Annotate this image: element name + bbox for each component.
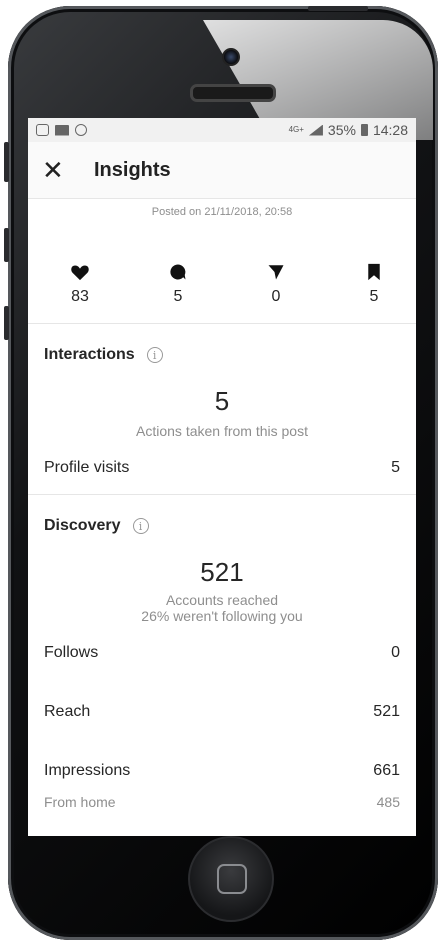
page-title: Insights <box>94 158 171 181</box>
close-icon[interactable]: ✕ <box>42 157 72 183</box>
divider <box>28 323 416 324</box>
phone-screen: 4G+ 35% 14:28 ✕ Insights Posted on 21/11… <box>28 118 416 836</box>
volume-up-button <box>4 228 9 262</box>
row-label: From home <box>44 794 116 810</box>
saves-stat: 5 <box>354 262 394 306</box>
saves-count: 5 <box>369 288 379 305</box>
posted-date: Posted on 21/11/2018, 20:58 <box>151 206 293 218</box>
discovery-title: Discovery <box>44 517 121 534</box>
comments-count: 5 <box>173 288 183 305</box>
mute-switch <box>4 142 9 182</box>
shares-stat: 0 <box>256 262 296 306</box>
status-bar: 4G+ 35% 14:28 <box>28 118 416 142</box>
follows-row: Follows 0 <box>28 644 416 662</box>
home-button[interactable] <box>188 836 274 922</box>
not-following-caption: 26% weren't following you <box>141 608 303 624</box>
interactions-title: Interactions <box>44 346 135 363</box>
bookmark-icon <box>354 262 394 282</box>
battery-icon <box>360 124 368 136</box>
clock: 14:28 <box>372 122 408 138</box>
profile-visits-row: Profile visits 5 <box>28 459 416 477</box>
app-bar: ✕ Insights <box>28 142 416 199</box>
network-type: 4G+ <box>288 125 304 134</box>
power-button <box>308 6 368 11</box>
likes-count: 83 <box>71 288 89 305</box>
at-icon <box>75 124 87 136</box>
row-label: Impressions <box>44 762 131 779</box>
interactions-total: 5 <box>214 386 230 416</box>
home-square-icon <box>217 864 247 894</box>
front-camera <box>222 48 240 66</box>
heart-icon <box>60 262 100 282</box>
stats-row: 83 5 0 5 <box>28 262 416 306</box>
info-icon[interactable]: i <box>146 347 163 363</box>
comment-icon <box>158 262 198 282</box>
instagram-icon <box>36 124 49 136</box>
row-value: 485 <box>376 794 400 810</box>
discovery-header: Discovery i <box>28 517 416 535</box>
divider <box>28 494 416 495</box>
row-label: Profile visits <box>44 459 130 476</box>
status-right: 4G+ 35% 14:28 <box>289 122 408 138</box>
info-icon[interactable]: i <box>132 518 149 534</box>
volume-down-button <box>4 306 9 340</box>
interactions-header: Interactions i <box>28 346 416 364</box>
notification-icons <box>36 124 87 136</box>
likes-stat: 83 <box>60 262 100 306</box>
from-home-row: From home 485 <box>28 794 416 810</box>
row-value: 521 <box>373 703 400 720</box>
earpiece-speaker <box>190 84 276 102</box>
discovery-total: 521 <box>200 557 244 587</box>
signal-icon <box>308 124 323 136</box>
shares-count: 0 <box>271 288 281 305</box>
reach-row: Reach 521 <box>28 703 416 721</box>
row-value: 661 <box>373 762 400 779</box>
row-value: 0 <box>391 644 400 661</box>
comments-stat: 5 <box>158 262 198 306</box>
battery-percent: 35% <box>327 122 356 138</box>
row-label: Follows <box>44 644 99 661</box>
send-icon <box>256 262 296 282</box>
interactions-caption: Actions taken from this post <box>136 423 308 439</box>
row-value: 5 <box>391 459 400 476</box>
impressions-row: Impressions 661 <box>28 762 416 780</box>
mail-icon <box>55 124 69 136</box>
row-label: Reach <box>44 703 91 720</box>
accounts-reached-caption: Accounts reached <box>165 592 279 608</box>
